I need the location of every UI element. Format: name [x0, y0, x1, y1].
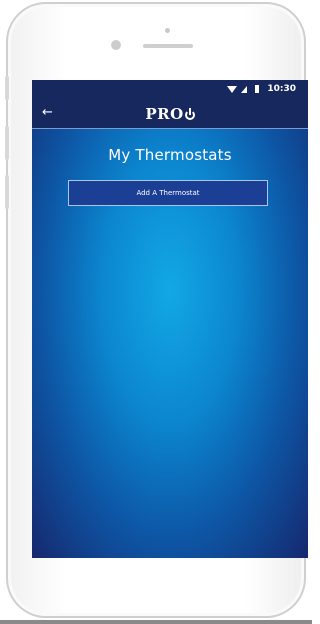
status-icons: 10:30	[227, 84, 296, 94]
power-icon	[184, 108, 195, 120]
status-bar: 10:30	[32, 80, 308, 100]
volume-up-button	[5, 126, 9, 160]
app-bar: ← PRO	[32, 100, 308, 129]
wifi-icon	[227, 85, 238, 93]
bottom-edge	[0, 620, 312, 624]
proximity-sensor	[165, 28, 170, 33]
front-camera	[111, 40, 121, 50]
logo-text: PRO	[145, 105, 184, 123]
add-thermostat-button[interactable]: Add A Thermostat	[68, 180, 268, 206]
page-title: My Thermostats	[108, 146, 232, 164]
add-thermostat-label: Add A Thermostat	[136, 189, 200, 197]
signal-icon	[241, 85, 248, 93]
side-button-top	[5, 76, 9, 100]
phone-screen: 10:30 ← PRO My Thermostats Add A Thermos…	[32, 80, 308, 558]
volume-down-button	[5, 175, 9, 209]
status-time: 10:30	[267, 84, 296, 94]
phone-frame: 10:30 ← PRO My Thermostats Add A Thermos…	[6, 2, 308, 618]
pro-logo: PRO	[32, 105, 308, 123]
earpiece-speaker	[143, 44, 193, 48]
battery-icon	[255, 85, 260, 93]
